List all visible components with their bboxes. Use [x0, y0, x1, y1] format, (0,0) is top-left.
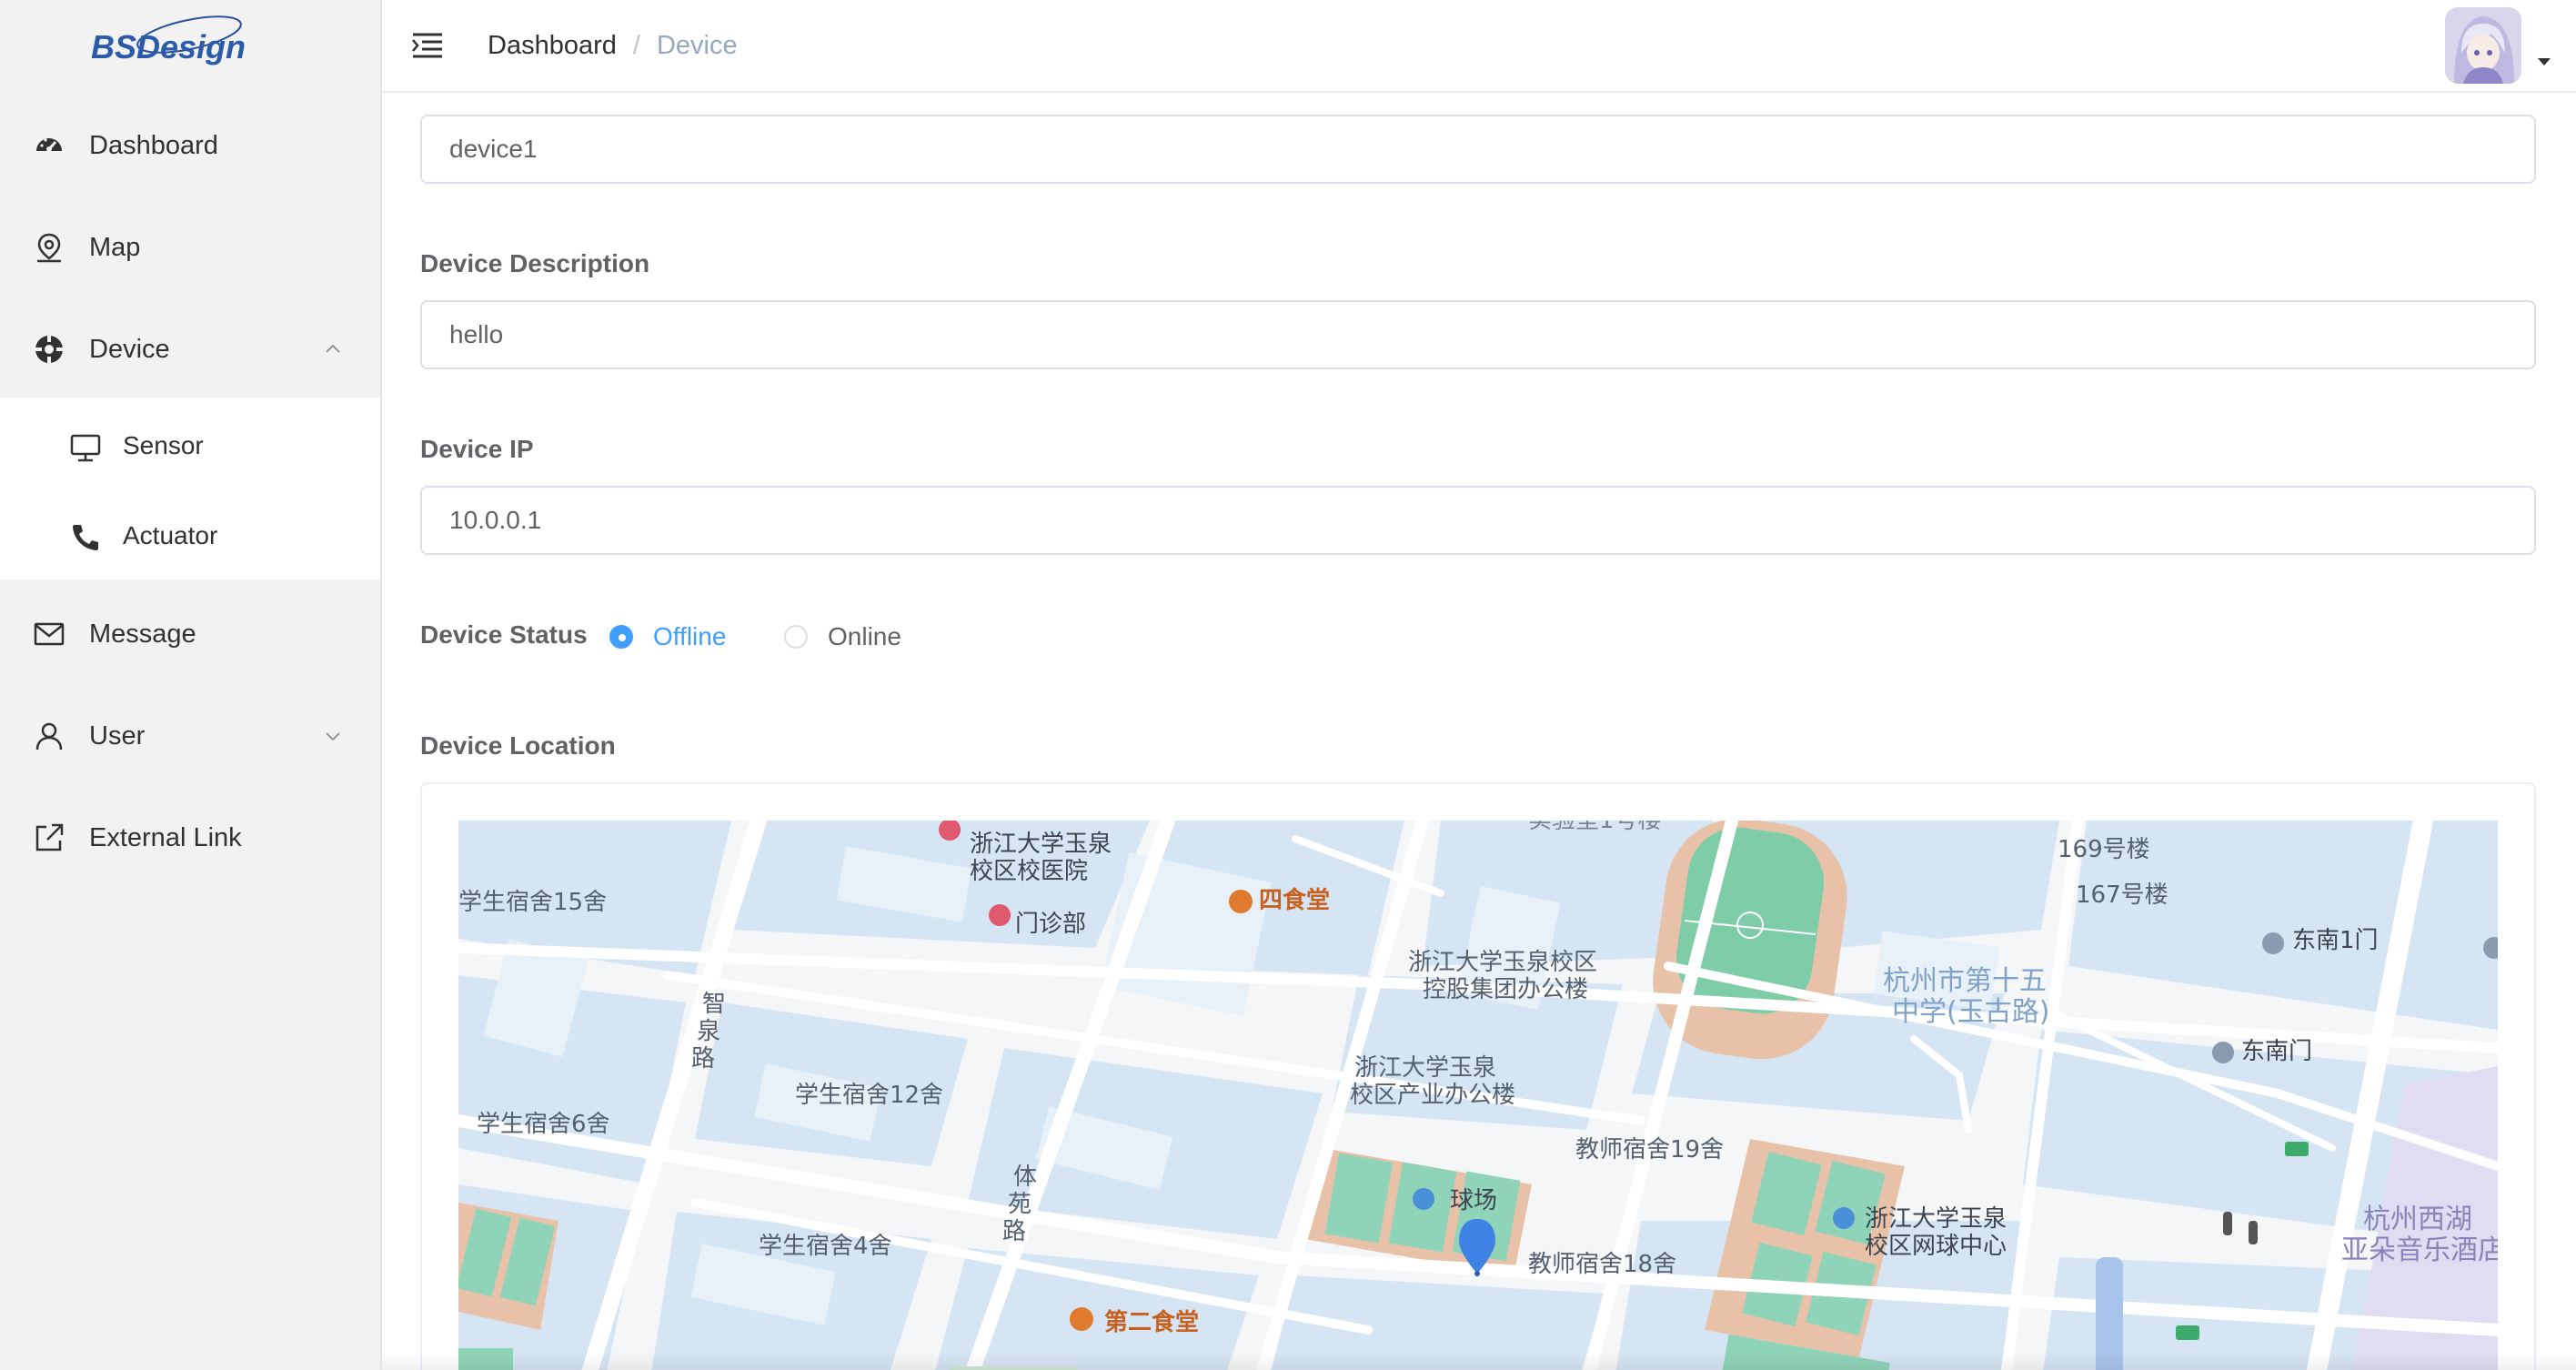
map-label-school-1: 杭州市第十五 — [1883, 965, 2047, 997]
device-name-input[interactable]: device1 — [420, 115, 2536, 184]
sidebar-item-sensor[interactable]: Sensor — [0, 402, 380, 493]
map-label-hotel-1: 杭州西湖 — [2363, 1204, 2472, 1235]
device-status-label: Device Status — [420, 620, 588, 649]
sidebar-item-label: Map — [89, 232, 141, 262]
status-radio-online[interactable]: Online — [784, 619, 921, 655]
mail-icon — [34, 622, 65, 646]
map-label-canteen4: 四食堂 — [1259, 886, 1330, 914]
device-icon — [35, 335, 64, 364]
device-description-input[interactable]: hello — [420, 300, 2536, 369]
breadcrumb-separator: / — [632, 31, 640, 60]
map-label-industry-2: 校区产业办公楼 — [1350, 1082, 1515, 1109]
map-label-bldg169: 169号楼 — [2058, 836, 2150, 863]
sidebar-item-label: User — [89, 720, 146, 750]
scroll-shadow — [382, 1352, 2576, 1370]
radio-label: Online — [828, 622, 901, 650]
sidebar-item-label: Dashboard — [89, 130, 218, 160]
map-label-tennis-1: 浙江大学玉泉 — [1865, 1205, 2007, 1233]
radio-label: Offline — [653, 622, 727, 650]
device-ip-label: Device IP — [420, 435, 534, 463]
map-label-dorm6: 学生宿舍6舍 — [477, 1111, 610, 1138]
dashboard-icon — [36, 138, 62, 152]
sidebar: BSDesign Dashboard Map Device Sensor Act… — [0, 0, 382, 1370]
map-label-southeast: 东南门 — [2241, 1038, 2312, 1065]
avatar[interactable] — [2445, 7, 2521, 84]
map-label-teacher19: 教师宿舍19舍 — [1575, 1136, 1724, 1163]
logo-text: BSDesign — [91, 28, 246, 65]
hamburger-icon[interactable] — [411, 31, 444, 60]
sidebar-item-message[interactable]: Message — [0, 583, 380, 685]
sidebar-item-user[interactable]: User — [0, 685, 380, 787]
device-location-label: Device Location — [420, 731, 616, 760]
map-label-dorm15: 学生宿舍15舍 — [458, 889, 607, 916]
location-map[interactable]: 浙江大学玉泉 校区校医院 门诊部 四食堂 实验室1号楼 学生宿舍15舍 学生宿舍… — [458, 821, 2498, 1370]
map-label-hospital-2: 校区校医院 — [970, 858, 1088, 885]
sidebar-item-label: Actuator — [123, 521, 218, 549]
phone-icon — [73, 525, 98, 550]
map-label-holding-1: 浙江大学玉泉校区 — [1408, 949, 1597, 976]
user-icon — [35, 722, 63, 750]
sidebar-item-label: Sensor — [123, 431, 204, 459]
sidebar-item-actuator[interactable]: Actuator — [0, 492, 380, 583]
sidebar-item-dashboard[interactable]: Dashboard — [0, 95, 380, 196]
sidebar-item-external-link[interactable]: External Link — [0, 787, 380, 889]
map-label-clinic: 门诊部 — [1015, 911, 1086, 938]
breadcrumb-item-device: Device — [656, 31, 738, 60]
map-label-dorm4: 学生宿舍4舍 — [759, 1233, 892, 1260]
map-canvas[interactable]: 浙江大学玉泉 校区校医院 门诊部 四食堂 实验室1号楼 学生宿舍15舍 学生宿舍… — [458, 821, 2498, 1370]
chevron-up-icon — [326, 344, 340, 353]
monitor-icon — [70, 434, 101, 462]
chevron-down-icon — [326, 732, 340, 741]
map-label-bldg167: 167号楼 — [2076, 881, 2168, 909]
map-label-teacher18: 教师宿舍18舍 — [1528, 1251, 1676, 1278]
map-label-dorm12: 学生宿舍12舍 — [795, 1082, 943, 1109]
caret-down-icon[interactable] — [2538, 58, 2551, 67]
device-ip-input[interactable]: 10.0.0.1 — [420, 486, 2536, 555]
breadcrumb-item-dashboard[interactable]: Dashboard — [488, 31, 617, 60]
breadcrumb: Dashboard / Device — [488, 31, 738, 61]
sidebar-item-label: Device — [89, 334, 170, 364]
sidebar-item-device[interactable]: Device — [0, 298, 380, 400]
map-label-lab: 实验室1号楼 — [1528, 821, 1662, 834]
map-label-industry-1: 浙江大学玉泉 — [1354, 1054, 1496, 1082]
sidebar-item-map[interactable]: Map — [0, 196, 380, 298]
map-label-hospital-1: 浙江大学玉泉 — [970, 831, 1112, 858]
map-label-hotel-2: 亚朵音乐酒店 — [2341, 1234, 2498, 1266]
radio-checked-icon — [609, 625, 633, 649]
device-description-label: Device Description — [420, 249, 650, 277]
sidebar-item-label: External Link — [89, 822, 242, 852]
map-label-ballfield: 球场 — [1450, 1187, 1497, 1214]
map-label-east1: 东南1门 — [2292, 927, 2379, 954]
map-label-school-2: 中学(玉古路) — [1892, 996, 2049, 1028]
radio-unchecked-icon — [784, 625, 808, 649]
top-navbar: Dashboard / Device — [382, 0, 2576, 93]
logo[interactable]: BSDesign — [87, 7, 278, 73]
status-radio-offline[interactable]: Offline — [609, 619, 746, 655]
map-label-holding-2: 控股集团办公楼 — [1423, 976, 1588, 1003]
map-label-tennis-2: 校区网球中心 — [1865, 1233, 2007, 1260]
device-form: device1 Device Description hello Device … — [382, 93, 2576, 1370]
external-link-icon — [35, 823, 64, 851]
map-pin-icon — [37, 233, 61, 263]
sidebar-item-label: Message — [89, 619, 196, 649]
map-label-canteen2: 第二食堂 — [1104, 1308, 1199, 1336]
device-location-card: 浙江大学玉泉 校区校医院 门诊部 四食堂 实验室1号楼 学生宿舍15舍 学生宿舍… — [420, 782, 2536, 1370]
